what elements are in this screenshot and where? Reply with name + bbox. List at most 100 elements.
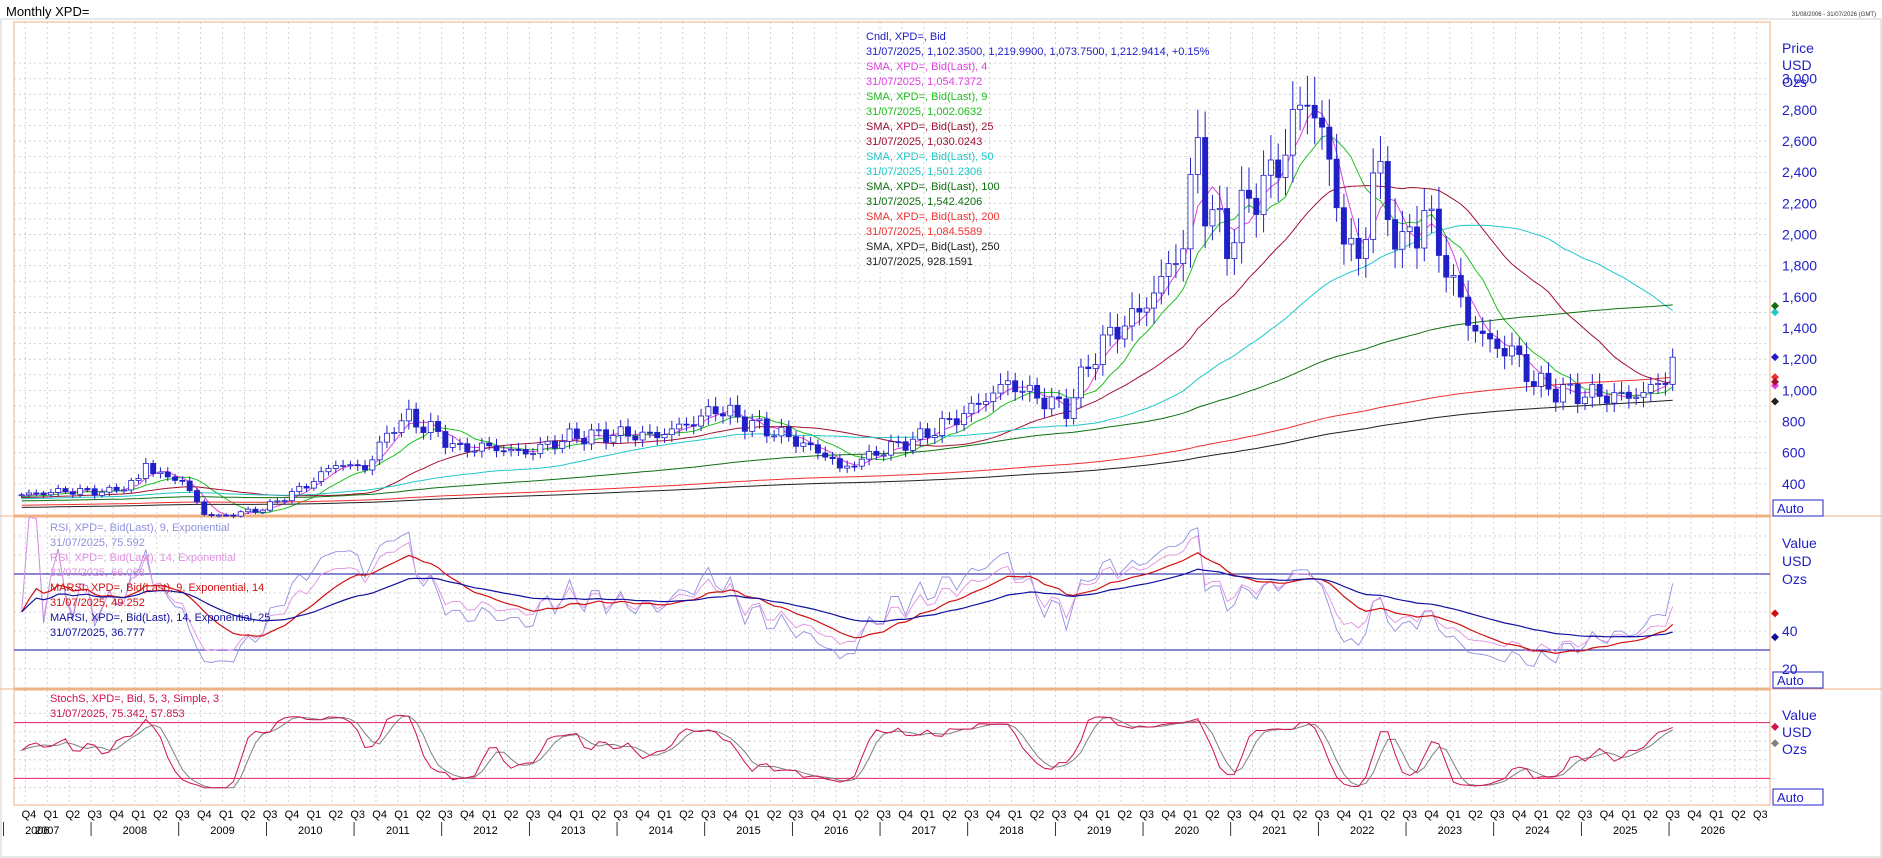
candle-body	[1004, 380, 1011, 385]
series-end-marker	[1771, 397, 1779, 406]
candle-body	[332, 465, 339, 469]
quarter-tick-label: Q1	[1709, 809, 1724, 821]
quarter-tick-label: Q4	[1337, 809, 1352, 821]
rsi-9-line	[21, 516, 1674, 668]
candle-body	[1523, 354, 1530, 382]
candle-body	[1428, 208, 1435, 211]
candle-body	[1143, 307, 1150, 313]
candle-body	[1238, 189, 1245, 244]
candle-body	[917, 428, 924, 440]
year-tick-label: 2023	[1438, 825, 1462, 837]
stoch-k-line	[21, 714, 1673, 789]
candle-body	[990, 392, 997, 402]
price-legend-entry: SMA, XPD=, Bid(Last), 4	[866, 61, 987, 73]
quarter-tick-label: Q1	[1534, 809, 1549, 821]
price-axis-tick: 2,800	[1782, 102, 1817, 118]
candle-body	[1530, 381, 1537, 387]
sma-50-line	[21, 224, 1673, 500]
candle-body	[420, 426, 427, 433]
candle-body	[902, 441, 909, 451]
candle-body	[135, 478, 142, 481]
quarter-tick-label: Q2	[942, 809, 957, 821]
candle-body	[1114, 326, 1121, 340]
quarter-tick-label: Q4	[811, 809, 826, 821]
quarter-tick-label: Q3	[1753, 809, 1768, 821]
year-tick-label: 2009	[210, 825, 234, 837]
rsi-axis-caption: USD	[1782, 553, 1812, 569]
candle-body	[858, 458, 865, 467]
quarter-tick-label: Q3	[1139, 809, 1154, 821]
candle-body	[756, 418, 763, 421]
candle-body	[208, 514, 215, 516]
chart-canvas[interactable]: PriceUSDOzs4006008001,0001,2001,4001,600…	[0, 0, 1882, 858]
year-tick-label: 2025	[1613, 825, 1637, 837]
candle-body	[1187, 174, 1194, 250]
candle-body	[683, 423, 690, 426]
year-tick-label: 2017	[912, 825, 936, 837]
quarter-tick-label: Q4	[548, 809, 563, 821]
price-axis-tick: 800	[1782, 414, 1806, 430]
quarter-tick-label: Q3	[1315, 809, 1330, 821]
candle-body	[186, 480, 193, 491]
candle-body	[1326, 126, 1333, 160]
candle-body	[668, 428, 675, 436]
candle-body	[522, 449, 529, 455]
series-end-marker	[1771, 353, 1779, 362]
year-tick-label: 2020	[1175, 825, 1199, 837]
candle-body	[164, 471, 171, 478]
candle-body	[1669, 356, 1676, 385]
quarter-tick-label: Q3	[175, 809, 190, 821]
candle-body	[62, 488, 69, 493]
price-legend-entry: 31/07/2025, 1,084.5589	[866, 226, 982, 238]
candle-body	[749, 420, 756, 432]
candle-body	[427, 421, 434, 433]
quarter-tick-label: Q1	[920, 809, 935, 821]
quarter-tick-label: Q1	[1271, 809, 1286, 821]
candle-body	[1216, 208, 1223, 211]
candle-body	[888, 441, 894, 456]
candle-body	[617, 426, 624, 436]
quarter-tick-label: Q3	[1490, 809, 1505, 821]
candle-body	[953, 418, 960, 426]
quarter-tick-label: Q3	[526, 809, 541, 821]
candle-body	[1231, 242, 1238, 259]
candle-body	[588, 429, 595, 445]
price-legend-entry: 31/07/2025, 1,501.2306	[866, 166, 982, 178]
candle-body	[515, 449, 522, 451]
stoch-axis-caption: Ozs	[1782, 741, 1807, 757]
candle-body	[398, 420, 405, 433]
rsi-legend-entry: MARSI, XPD=, Bid(Last), 14, Exponential,…	[50, 612, 270, 624]
candle-body	[201, 501, 208, 515]
candle-body	[946, 418, 953, 420]
candle-body	[464, 443, 471, 452]
candle-body	[405, 408, 412, 422]
candle-body	[1603, 395, 1610, 404]
marsi-14-line	[21, 568, 1673, 638]
candle-body	[230, 514, 237, 517]
candle-body	[1655, 383, 1662, 386]
candle-body	[720, 413, 726, 417]
legends: Cndl, XPD=, Bid 31/07/2025, 1,102.3500, 1…	[50, 31, 1779, 748]
quarter-tick-label: Q3	[876, 809, 891, 821]
quarter-tick-label: Q1	[307, 809, 322, 821]
quarter-tick-label: Q3	[701, 809, 716, 821]
quarter-tick-label: Q4	[723, 809, 738, 821]
candle-body	[99, 491, 105, 496]
candle-body	[1414, 226, 1420, 249]
candle-body	[281, 500, 288, 503]
candle-body	[1487, 333, 1494, 340]
sma-9-line	[21, 134, 1673, 514]
quarter-tick-label: Q3	[263, 809, 278, 821]
quarter-tick-label: Q4	[22, 809, 37, 821]
candle-body	[1377, 161, 1384, 174]
price-legend-entry: SMA, XPD=, Bid(Last), 100	[866, 181, 1000, 193]
candle-body	[983, 401, 989, 405]
candle-body	[1625, 391, 1632, 399]
candle-body	[40, 492, 47, 496]
candle-body	[1538, 372, 1545, 387]
candle-body	[449, 443, 456, 448]
candle-body	[924, 428, 931, 438]
stoch-axis-caption: USD	[1782, 724, 1812, 740]
stoch-legend-entry: StochS, XPD=, Bid, 5, 3, Simple, 3	[50, 693, 219, 705]
quarter-tick-label: Q2	[679, 809, 694, 821]
